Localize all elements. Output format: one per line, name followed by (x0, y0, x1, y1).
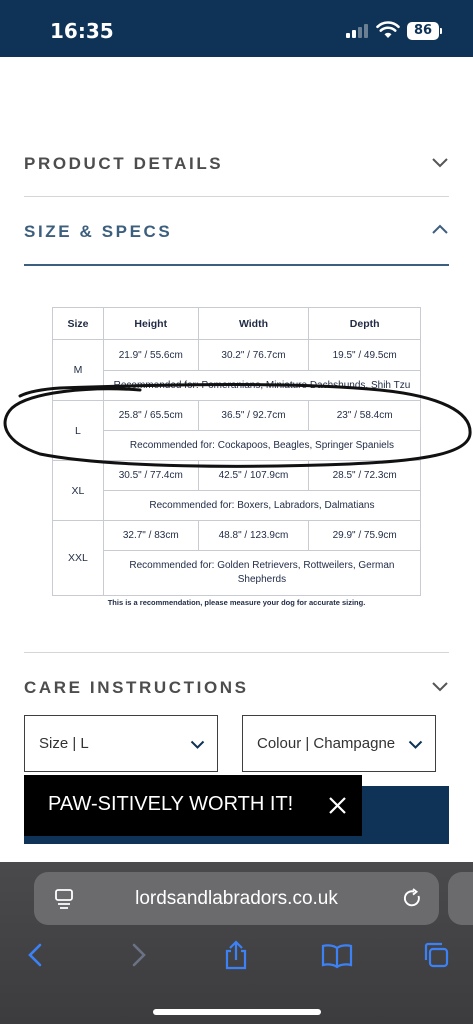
width-cell: 42.5" / 107.9cm (197, 460, 310, 491)
size-chart-table: Size Height Width Depth M 21.9" / 55.6cm… (52, 307, 422, 596)
chevron-down-icon (408, 740, 423, 749)
table-row: L 25.8" / 65.5cm 36.5" / 92.7cm 23" / 58… (52, 400, 421, 461)
colour-select-value: Colour | Champagne (257, 735, 396, 752)
height-cell: 30.5" / 77.4cm (102, 460, 199, 491)
header-width: Width (197, 307, 310, 340)
accordion-size-specs[interactable]: SIZE & SPECS (24, 218, 449, 244)
width-cell: 30.2" / 76.7cm (197, 339, 310, 371)
table-row: XXL 32.7" / 83cm 48.8" / 123.9cm 29.9" /… (52, 520, 421, 596)
size-cell: XXL (52, 520, 104, 596)
close-icon[interactable] (328, 796, 347, 815)
table-row: Recommended for: Cockapoos, Beagles, Spr… (53, 430, 422, 461)
back-icon[interactable] (22, 940, 50, 970)
height-cell: 21.9" / 55.6cm (102, 339, 199, 371)
size-cell: M (52, 339, 104, 401)
chevron-up-icon (432, 224, 448, 234)
depth-cell: 29.9" / 75.9cm (308, 520, 421, 551)
forward-icon[interactable] (124, 940, 152, 970)
size-cell: L (52, 400, 104, 461)
divider (24, 652, 449, 653)
header-height: Height (102, 307, 199, 340)
tabs-icon[interactable] (422, 940, 450, 970)
table-row: XL 30.5" / 77.4cm 42.5" / 107.9cm 28.5" … (52, 460, 421, 521)
depth-cell: 19.5" / 49.5cm (308, 339, 421, 371)
accordion-care-instructions[interactable]: CARE INSTRUCTIONS (24, 676, 449, 702)
chevron-down-icon (432, 158, 448, 168)
toast-message: PAW-SITIVELY WORTH IT! (48, 793, 294, 815)
divider-active (24, 264, 449, 266)
header-size: Size (52, 307, 104, 340)
recommended-cell: Recommended for: Golden Retrievers, Rott… (102, 550, 422, 596)
cellular-signal-icon (346, 24, 370, 38)
share-icon[interactable] (222, 940, 250, 970)
chevron-down-icon (190, 740, 205, 749)
height-cell: 25.8" / 65.5cm (102, 400, 199, 431)
height-cell: 32.7" / 83cm (102, 520, 199, 551)
width-cell: 48.8" / 123.9cm (197, 520, 310, 551)
address-bar[interactable]: lordsandlabradors.co.uk (34, 872, 439, 925)
bookmarks-icon[interactable] (321, 940, 353, 970)
table-row: Recommended for: Golden Retrievers, Rott… (53, 550, 422, 596)
size-cell: XL (52, 460, 104, 521)
browser-toolbar: lordsandlabradors.co.uk (0, 862, 473, 1024)
care-instructions-title: CARE INSTRUCTIONS (24, 678, 249, 697)
accordion-product-details[interactable]: PRODUCT DETAILS (24, 150, 449, 176)
status-time: 16:35 (50, 19, 114, 43)
depth-cell: 28.5" / 72.3cm (308, 460, 421, 491)
next-tab-preview[interactable] (448, 872, 473, 925)
url-text: lordsandlabradors.co.uk (135, 888, 338, 909)
size-specs-title: SIZE & SPECS (24, 222, 173, 241)
battery-indicator: 86 (407, 22, 439, 40)
status-bar: 16:35 86 (0, 0, 473, 57)
size-select-value: Size | L (39, 735, 89, 752)
divider (24, 196, 449, 197)
reload-icon[interactable] (402, 888, 423, 909)
wifi-icon (376, 21, 400, 38)
recommended-cell: Recommended for: Pomeranians, Miniature … (102, 370, 422, 401)
product-details-title: PRODUCT DETAILS (24, 154, 224, 173)
recommended-cell: Recommended for: Boxers, Labradors, Dalm… (102, 490, 422, 521)
sizing-note: This is a recommendation, please measure… (107, 598, 366, 607)
chevron-down-icon (432, 682, 448, 692)
table-header-row: Size Height Width Depth (52, 307, 421, 340)
battery-nub (440, 28, 442, 34)
size-select[interactable]: Size | L (24, 715, 218, 772)
depth-cell: 23" / 58.4cm (308, 400, 421, 431)
width-cell: 36.5" / 92.7cm (197, 400, 310, 431)
home-indicator (153, 1009, 321, 1015)
table-row: Recommended for: Pomeranians, Miniature … (53, 370, 422, 401)
recommended-cell: Recommended for: Cockapoos, Beagles, Spr… (102, 430, 422, 461)
table-row: Recommended for: Boxers, Labradors, Dalm… (53, 490, 422, 521)
colour-select[interactable]: Colour | Champagne (242, 715, 436, 772)
table-row: M 21.9" / 55.6cm 30.2" / 76.7cm 19.5" / … (52, 339, 421, 401)
header-depth: Depth (308, 307, 421, 340)
toast-banner: PAW-SITIVELY WORTH IT! (24, 775, 362, 836)
